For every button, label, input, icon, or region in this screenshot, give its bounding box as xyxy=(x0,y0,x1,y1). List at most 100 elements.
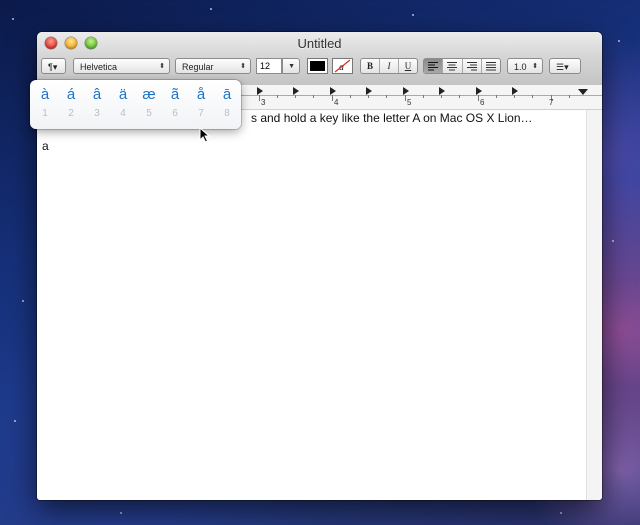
align-center-icon xyxy=(447,62,458,71)
accent-char: å xyxy=(196,86,206,103)
align-right-button[interactable] xyxy=(463,59,482,73)
accent-char: ā xyxy=(222,86,232,103)
underline-button[interactable]: U xyxy=(399,59,417,73)
font-style-popup[interactable]: Regular ⬍ xyxy=(175,58,251,74)
list-bullets-popup[interactable]: ☰▾ xyxy=(549,58,581,74)
font-family-label: Helvetica xyxy=(80,62,118,72)
alignment-group xyxy=(423,58,501,74)
accent-char: ã xyxy=(170,86,180,103)
ruler-number: 4 xyxy=(334,98,339,107)
ruler-tick xyxy=(295,95,296,98)
title-bar: Untitled ¶▾ Helvetica ⬍ Regular ⬍ 12 ▼ a xyxy=(37,32,602,86)
accent-key-number: 2 xyxy=(68,108,74,119)
ruler-tick xyxy=(405,95,406,101)
star xyxy=(210,8,212,10)
paragraph-style-popup[interactable]: ¶▾ xyxy=(41,58,66,74)
document-line: s and hold a key like the letter A on Ma… xyxy=(251,111,533,125)
justify-icon xyxy=(485,62,496,71)
accent-char: á xyxy=(66,86,76,103)
ruler-number: 5 xyxy=(407,98,412,107)
accent-key-number: 4 xyxy=(120,108,126,119)
accent-key-number: 6 xyxy=(172,108,178,119)
accent-option[interactable]: á 2 xyxy=(59,86,83,119)
ruler-tick xyxy=(332,95,333,101)
ruler-tick xyxy=(368,95,369,98)
star xyxy=(14,420,16,422)
star xyxy=(612,240,614,242)
font-size-value: 12 xyxy=(260,61,271,71)
list-bullets-label: ☰▾ xyxy=(556,62,569,72)
star xyxy=(22,300,24,302)
accent-option[interactable]: â 3 xyxy=(85,86,109,119)
accent-option[interactable]: ā 8 xyxy=(215,86,239,119)
ruler-tick xyxy=(259,95,260,101)
right-margin-marker[interactable] xyxy=(578,89,588,95)
paragraph-style-label: ¶▾ xyxy=(48,62,58,72)
tab-stop-marker[interactable] xyxy=(293,87,299,95)
tab-stop-marker[interactable] xyxy=(476,87,482,95)
ruler-tick xyxy=(496,95,497,98)
document-text-area[interactable]: s and hold a key like the letter A on Ma… xyxy=(37,110,587,500)
accent-key-number: 3 xyxy=(94,108,100,119)
line-spacing-label: 1.0 xyxy=(514,62,527,72)
line-spacing-popup[interactable]: 1.0 ⬍ xyxy=(507,58,543,74)
accent-char: ä xyxy=(118,86,128,103)
ruler-tick xyxy=(514,95,515,98)
tab-stop-marker[interactable] xyxy=(330,87,336,95)
text-color-swatch xyxy=(310,61,325,71)
tab-stop-marker[interactable] xyxy=(512,87,518,95)
font-family-popup[interactable]: Helvetica ⬍ xyxy=(73,58,170,74)
accent-option[interactable]: à 1 xyxy=(33,86,57,119)
accent-option[interactable]: æ 5 xyxy=(137,86,161,119)
ruler-number: 3 xyxy=(261,98,266,107)
chevron-down-icon: ▼ xyxy=(288,63,295,70)
align-right-icon xyxy=(466,62,477,71)
accent-char: à xyxy=(40,86,50,103)
align-left-icon xyxy=(428,62,439,71)
ruler-number: 6 xyxy=(480,98,485,107)
justify-button[interactable] xyxy=(482,59,500,73)
accent-character-popup: à 1 á 2 â 3 ä 4 æ 5 ã 6 å 7 ā 8 xyxy=(30,80,241,129)
updown-arrow-icon: ⬍ xyxy=(532,63,538,70)
highlight-color-well[interactable]: a xyxy=(332,58,353,74)
accent-key-number: 5 xyxy=(146,108,152,119)
align-center-button[interactable] xyxy=(443,59,463,73)
ruler-tick xyxy=(277,95,278,98)
tab-stop-marker[interactable] xyxy=(439,87,445,95)
star xyxy=(412,14,414,16)
accent-option[interactable]: ã 6 xyxy=(163,86,187,119)
window-title: Untitled xyxy=(297,36,342,51)
ruler-tick xyxy=(478,95,479,101)
accent-key-number: 8 xyxy=(224,108,230,119)
document-line: a xyxy=(42,139,49,153)
ruler-tick xyxy=(386,95,387,98)
ruler-tick xyxy=(423,95,424,98)
ruler-tick xyxy=(441,95,442,98)
bold-italic-underline-group: B I U xyxy=(360,58,418,74)
accent-char: æ xyxy=(142,86,156,103)
accent-char: â xyxy=(92,86,102,103)
italic-button[interactable]: I xyxy=(380,59,399,73)
text-color-well[interactable] xyxy=(307,58,328,74)
font-size-field[interactable]: 12 xyxy=(256,58,282,74)
vertical-scrollbar[interactable] xyxy=(586,110,602,500)
tab-stop-marker[interactable] xyxy=(257,87,263,95)
accent-option[interactable]: ä 4 xyxy=(111,86,135,119)
font-size-dropdown[interactable]: ▼ xyxy=(282,58,300,74)
star xyxy=(618,40,620,42)
bold-button[interactable]: B xyxy=(361,59,380,73)
accent-option[interactable]: å 7 xyxy=(189,86,213,119)
updown-arrow-icon: ⬍ xyxy=(159,63,165,70)
star xyxy=(120,512,122,514)
ruler-number: 7 xyxy=(549,98,554,107)
ruler-tick xyxy=(532,95,533,98)
ruler-tick xyxy=(569,95,570,98)
ruler-tick xyxy=(313,95,314,98)
star xyxy=(12,18,14,20)
ruler-tick xyxy=(459,95,460,98)
mouse-pointer-icon xyxy=(199,127,211,143)
align-left-button[interactable] xyxy=(424,59,444,73)
tab-stop-marker[interactable] xyxy=(403,87,409,95)
updown-arrow-icon: ⬍ xyxy=(240,63,246,70)
tab-stop-marker[interactable] xyxy=(366,87,372,95)
